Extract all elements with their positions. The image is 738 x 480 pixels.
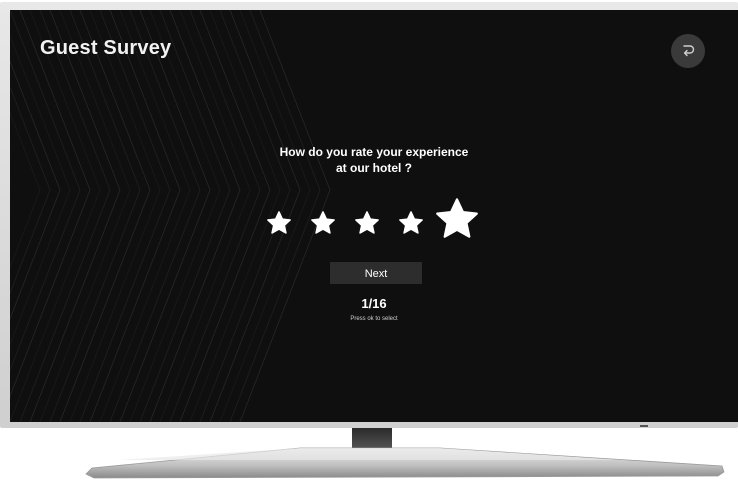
pattern-line <box>69 10 161 422</box>
back-button[interactable] <box>671 34 705 68</box>
hint-text: Press ok to select <box>350 316 398 322</box>
pattern-line <box>10 60 61 320</box>
pattern-line <box>89 10 181 422</box>
question-line-2: at our hotel ? <box>336 161 412 175</box>
pattern-line <box>19 10 111 422</box>
pattern-line <box>79 10 171 422</box>
star-icon[interactable] <box>398 210 424 236</box>
pattern-line <box>39 10 131 422</box>
tv-stand-base <box>85 447 725 479</box>
page-title: Guest Survey <box>40 37 172 59</box>
pattern-line <box>129 10 221 422</box>
star-icon[interactable] <box>310 210 336 236</box>
star-icon-focused[interactable] <box>434 196 480 242</box>
star-icon[interactable] <box>266 210 292 236</box>
pattern-line <box>29 10 121 422</box>
pattern-line <box>159 10 251 422</box>
back-arrow-icon <box>683 45 695 57</box>
pattern-line <box>10 10 81 372</box>
pattern-line <box>99 10 191 422</box>
tv-frame: Guest Survey How do you rate your experi… <box>0 0 738 480</box>
pattern-line <box>10 111 41 269</box>
pattern-line <box>10 10 101 422</box>
pattern-line <box>139 10 231 422</box>
question-line-1: How do you rate your experience <box>279 145 469 159</box>
pattern-line <box>49 10 141 422</box>
pattern-line <box>109 10 201 422</box>
star-rating[interactable] <box>266 196 496 246</box>
power-indicator <box>640 425 648 427</box>
survey-question: How do you rate your experience at our h… <box>224 144 524 176</box>
pattern-line <box>179 10 271 422</box>
pattern-line <box>119 10 211 422</box>
pattern-line <box>169 10 261 422</box>
pattern-line <box>59 10 151 422</box>
pattern-line <box>149 10 241 422</box>
next-button[interactable]: Next <box>330 262 422 284</box>
tv-screen: Guest Survey How do you rate your experi… <box>10 10 738 422</box>
progress-indicator: 1/16 <box>361 296 387 311</box>
star-icon[interactable] <box>354 210 380 236</box>
